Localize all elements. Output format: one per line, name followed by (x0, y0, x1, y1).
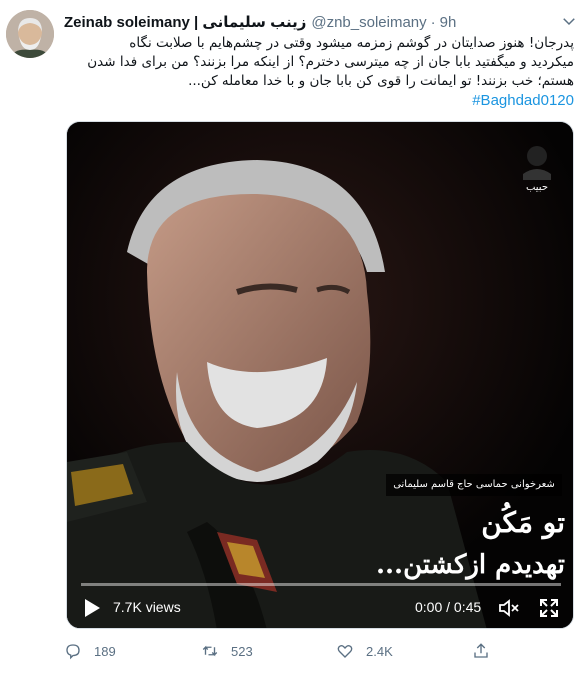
tweet[interactable]: Zeinab soleimany | زینب سلیمانی @znb_sol… (0, 0, 584, 673)
separator-dot: · (430, 13, 436, 31)
retweet-button[interactable]: 523 (201, 640, 253, 662)
volume-muted-icon[interactable] (497, 596, 521, 620)
view-count: 7.7K views (113, 599, 181, 615)
caption-tag: شعرخوانی حماسی حاج قاسم سلیمانی (386, 474, 562, 496)
video-player[interactable]: حبیب شعرخوانی حماسی حاج قاسم سلیمانی تو … (66, 121, 574, 629)
retweet-icon (202, 645, 218, 657)
fullscreen-icon[interactable] (537, 596, 561, 620)
channel-logo: حبیب (515, 140, 559, 192)
avatar[interactable] (6, 10, 54, 58)
overlay-title-line-1: تو مَکُن (481, 506, 565, 539)
reply-icon (66, 644, 80, 660)
tweet-actions: 189 523 2.4K (64, 640, 524, 662)
reply-button[interactable]: 189 (64, 640, 116, 662)
tweet-text-line-1: پدرجان! هنوز صدایتان در گوشم زمزمه میشود… (129, 35, 574, 51)
heart-icon (337, 644, 353, 658)
share-icon (474, 643, 488, 658)
overlay-title-line-2: تهدیدم ازکشتن... (375, 550, 565, 580)
like-button[interactable]: 2.4K (336, 640, 393, 662)
tweet-text: پدرجان! هنوز صدایتان در گوشم زمزمه میشود… (64, 34, 574, 110)
share-button[interactable] (472, 640, 490, 662)
display-name[interactable]: Zeinab soleimany | زینب سلیمانی (64, 13, 306, 31)
reply-count: 189 (94, 643, 116, 659)
timestamp[interactable]: 9h (440, 14, 457, 31)
tweet-header: Zeinab soleimany | زینب سلیمانی @znb_sol… (64, 12, 574, 32)
channel-logo-text: حبیب (526, 182, 548, 192)
like-count: 2.4K (366, 643, 393, 659)
play-icon[interactable] (79, 596, 103, 620)
progress-bar[interactable] (81, 583, 561, 586)
retweet-count: 523 (231, 643, 253, 659)
user-handle[interactable]: @znb_soleimany (311, 14, 426, 31)
tweet-text-line-2: میکردید و میگفتید بابا جان از چه میترسی … (87, 54, 574, 70)
tweet-text-line-3: هستم؛ خب بزنند! تو ایمانت را قوی کن بابا… (188, 73, 574, 89)
chevron-down-icon[interactable] (560, 12, 578, 30)
hashtag-link[interactable]: #Baghdad0120 (64, 91, 574, 110)
timecode: 0:00 / 0:45 (415, 599, 482, 615)
